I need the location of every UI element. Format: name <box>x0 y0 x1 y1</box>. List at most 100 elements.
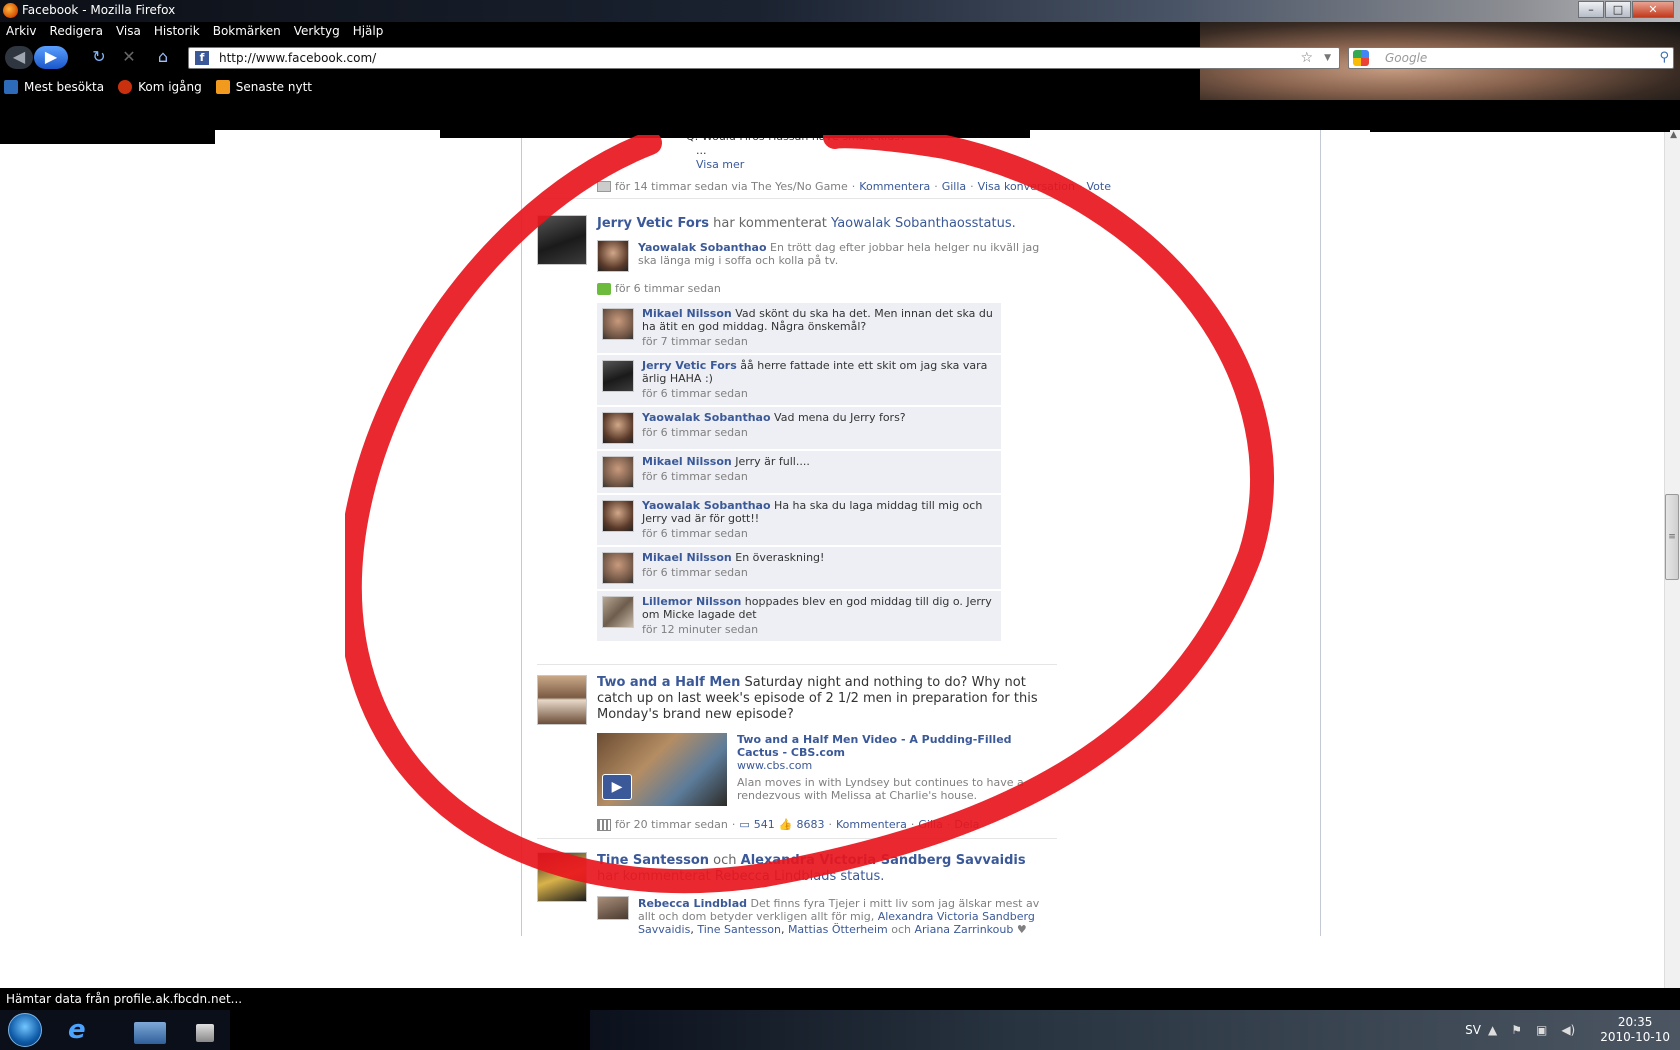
avatar[interactable] <box>537 675 587 725</box>
volume-icon[interactable]: ◀) <box>1561 1023 1575 1037</box>
actor-link[interactable]: Tine Santesson <box>597 853 709 868</box>
url-dropdown-icon[interactable]: ▼ <box>1324 48 1331 68</box>
search-icon[interactable]: ⚲ <box>1659 48 1669 68</box>
forward-button[interactable]: ▶ <box>34 46 68 69</box>
close-button[interactable]: ✕ <box>1632 1 1674 18</box>
menu-historik[interactable]: Historik <box>148 22 207 42</box>
avatar[interactable] <box>602 412 634 444</box>
commenter-link[interactable]: Yaowalak Sobanthao <box>642 411 771 424</box>
menu-bokmarken[interactable]: Bokmärken <box>207 22 288 42</box>
status-author-link[interactable]: Rebecca Lindblad <box>638 897 747 910</box>
minimize-button[interactable]: – <box>1578 1 1604 18</box>
avatar[interactable] <box>602 500 634 532</box>
action-center-flag-icon[interactable]: ⚑ <box>1511 1023 1522 1037</box>
comment-link[interactable]: Kommentera <box>859 180 930 193</box>
commenter-link[interactable]: Mikael Nilsson <box>642 307 732 320</box>
language-indicator[interactable]: SV <box>1465 1023 1481 1037</box>
comment-time: för 6 timmar sedan <box>642 470 748 483</box>
commenter-link[interactable]: Lillemor Nilsson <box>642 595 741 608</box>
vote-link[interactable]: Vote <box>1087 180 1111 193</box>
status-link[interactable]: status. <box>972 216 1016 231</box>
bookmark-getting-started[interactable]: Kom igång <box>114 76 202 98</box>
comment-time: för 12 minuter sedan <box>642 623 759 636</box>
avatar[interactable] <box>602 552 634 584</box>
story-time-row: för 6 timmar sedan <box>597 282 721 295</box>
link-title[interactable]: Two and a Half Men Video - A Pudding-Fil… <box>737 733 1047 759</box>
bookmarks-toolbar: Mest besökta Kom igång Senaste nytt <box>0 76 322 98</box>
target-link[interactable]: Yaowalak Sobanthaos <box>831 216 972 231</box>
commenter-link[interactable]: Mikael Nilsson <box>642 455 732 468</box>
start-button[interactable] <box>8 1013 42 1047</box>
menu-arkiv[interactable]: Arkiv <box>0 22 44 42</box>
commenter-link[interactable]: Yaowalak Sobanthao <box>642 499 771 512</box>
bookmark-label: Senaste nytt <box>235 80 312 94</box>
avatar[interactable] <box>602 596 634 628</box>
actor-link[interactable]: Alexandra Victoria Sandberg Savvaidis <box>741 853 1026 868</box>
scrollbar-thumb[interactable]: ≡ <box>1665 494 1679 580</box>
story-verb: har kommenterat <box>597 869 711 884</box>
tag-link[interactable]: Mattias Ötterheim <box>788 923 888 935</box>
comment-text: En överaskning! <box>735 551 825 564</box>
like-link[interactable]: Gilla <box>942 180 966 193</box>
network-icon[interactable]: ▣ <box>1536 1023 1547 1037</box>
avatar[interactable] <box>602 456 634 488</box>
bookmark-latest-news[interactable]: Senaste nytt <box>212 76 312 98</box>
avatar[interactable] <box>537 215 587 265</box>
menu-bar: Arkiv Redigera Visa Historik Bokmärken V… <box>0 22 390 42</box>
video-thumbnail[interactable]: ▶ <box>597 733 727 806</box>
see-more-link[interactable]: Visa mer <box>696 158 744 171</box>
commenter-link[interactable]: Jerry Vetic Fors <box>642 359 737 372</box>
view-conversation-link[interactable]: Visa konversation <box>978 180 1075 193</box>
avatar[interactable] <box>537 852 587 902</box>
share-link[interactable]: Dela <box>954 818 979 831</box>
bookmark-most-visited[interactable]: Mest besökta <box>0 76 104 98</box>
status-quote: Yaowalak Sobanthao En trött dag efter jo… <box>638 241 1043 267</box>
bookmark-star-icon[interactable]: ☆ <box>1300 48 1313 68</box>
like-count[interactable]: 8683 <box>796 818 824 831</box>
status-author-link[interactable]: Yaowalak Sobanthao <box>638 241 767 254</box>
maximize-button[interactable]: □ <box>1605 1 1631 18</box>
story-ellipsis: ... <box>696 144 707 157</box>
internet-explorer-icon[interactable]: e <box>68 1016 98 1044</box>
column-divider <box>521 130 522 950</box>
avatar[interactable] <box>597 240 629 272</box>
status-link[interactable]: status. <box>840 869 884 884</box>
menu-visa[interactable]: Visa <box>110 22 148 42</box>
commenter-link[interactable]: Mikael Nilsson <box>642 551 732 564</box>
menu-hjalp[interactable]: Hjälp <box>347 22 391 42</box>
show-hidden-icons-icon[interactable]: ▲ <box>1488 1023 1497 1037</box>
home-icon[interactable]: ⌂ <box>152 46 174 69</box>
target-link[interactable]: Rebecca Lindblads <box>715 869 836 884</box>
back-button[interactable]: ◀ <box>5 46 33 69</box>
google-engine-icon[interactable] <box>1353 50 1369 66</box>
url-bar[interactable]: f http://www.facebook.com/ ☆ ▼ <box>188 47 1340 69</box>
avatar[interactable] <box>602 308 634 340</box>
menu-verktyg[interactable]: Verktyg <box>288 22 347 42</box>
clock[interactable]: 20:35 2010-10-10 <box>1600 1015 1670 1045</box>
avatar[interactable] <box>597 896 629 920</box>
tag-link[interactable]: Tine Santesson <box>697 923 781 935</box>
comment-text: Vad mena du Jerry fors? <box>774 411 906 424</box>
search-placeholder: Google <box>1385 51 1428 65</box>
comment-time: för 6 timmar sedan <box>642 566 748 579</box>
scroll-up-icon[interactable]: ▲ <box>1670 130 1677 140</box>
status-quote: Rebecca Lindblad Det finns fyra Tjejer i… <box>638 897 1040 935</box>
tag-link[interactable]: Ariana Zarrinkoub <box>914 923 1013 935</box>
search-input[interactable]: Google ⚲ <box>1348 47 1674 69</box>
link-domain[interactable]: www.cbs.com <box>737 759 1047 772</box>
explorer-icon[interactable] <box>134 1022 166 1044</box>
play-icon[interactable]: ▶ <box>602 774 632 800</box>
media-player-icon[interactable] <box>196 1024 214 1042</box>
vertical-scrollbar[interactable]: ▲ ≡ <box>1664 130 1680 988</box>
actor-link[interactable]: Jerry Vetic Fors <box>597 216 709 231</box>
avatar[interactable] <box>602 360 634 392</box>
menu-redigera[interactable]: Redigera <box>44 22 110 42</box>
comment-count[interactable]: 541 <box>754 818 775 831</box>
comment-link[interactable]: Kommentera <box>836 818 907 831</box>
page-link[interactable]: Two and a Half Men <box>597 675 740 690</box>
reload-icon[interactable]: ↻ <box>88 46 110 69</box>
like-link[interactable]: Gilla <box>918 818 942 831</box>
stop-icon[interactable]: ✕ <box>118 46 140 69</box>
comment-item: Jerry Vetic Fors åå herre fattade inte e… <box>597 355 1001 406</box>
bookmark-label: Kom igång <box>138 80 202 94</box>
